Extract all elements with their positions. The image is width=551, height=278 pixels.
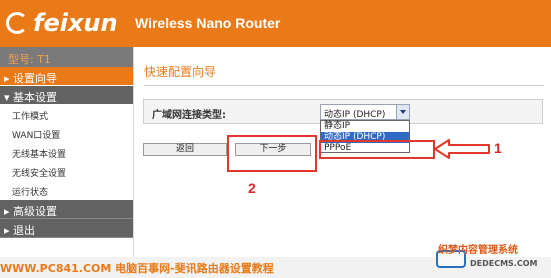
annotation-box-pppoe	[319, 140, 435, 159]
watermark-title: 织梦内容管理系统	[438, 245, 518, 256]
annotation-arrow-icon	[434, 139, 490, 159]
sidebar: 型号: T1 ▸ 设置向导 ▾ 基本设置 工作模式 WAN口设置 无线基本设置 …	[0, 47, 134, 257]
sidebar-item-wireless-basic[interactable]: 无线基本设置	[0, 143, 133, 162]
watermark-domain: DEDECMS.COM	[470, 259, 538, 268]
connection-type-select[interactable]: 动态IP (DHCP)	[320, 104, 410, 120]
model-label: 型号: T1	[0, 47, 133, 67]
sidebar-item-basic-settings[interactable]: ▾ 基本设置	[0, 86, 133, 105]
product-title: Wireless Nano Router	[135, 15, 281, 31]
connection-type-label: 广域网连接类型:	[152, 110, 226, 121]
annotation-number-2: 2	[248, 180, 256, 196]
annotation-box-next	[227, 135, 317, 172]
title-divider	[144, 85, 544, 86]
main-panel: 快速配置向导 广域网连接类型: 动态IP (DHCP) 静态IP 动态IP (D…	[135, 47, 551, 257]
brand-name: feixun	[33, 9, 118, 37]
header-bar: feixun Wireless Nano Router	[0, 0, 551, 47]
back-button[interactable]: 返回	[143, 143, 227, 156]
option-static-ip[interactable]: 静态IP	[321, 121, 409, 132]
brand-logo: feixun	[6, 8, 118, 38]
sidebar-item-wireless-security[interactable]: 无线安全设置	[0, 162, 133, 181]
sidebar-item-logout[interactable]: ▸ 退出	[0, 219, 133, 238]
logo-icon	[6, 12, 28, 34]
sidebar-item-run-status[interactable]: 运行状态	[0, 181, 133, 200]
sidebar-item-wan-settings[interactable]: WAN口设置	[0, 124, 133, 143]
sidebar-item-work-mode[interactable]: 工作模式	[0, 105, 133, 124]
chevron-down-icon[interactable]	[396, 105, 409, 119]
page-title: 快速配置向导	[144, 65, 217, 79]
select-value: 动态IP (DHCP)	[324, 110, 386, 120]
sidebar-item-setup-wizard[interactable]: ▸ 设置向导	[0, 67, 133, 86]
sidebar-item-advanced[interactable]: ▸ 高级设置	[0, 200, 133, 219]
annotation-number-1: 1	[494, 140, 502, 156]
footer-bar: WWW.PC841.COM 电脑百事网-斐讯路由器设置教程	[0, 257, 551, 278]
footer-caption: WWW.PC841.COM 电脑百事网-斐讯路由器设置教程	[0, 262, 274, 275]
